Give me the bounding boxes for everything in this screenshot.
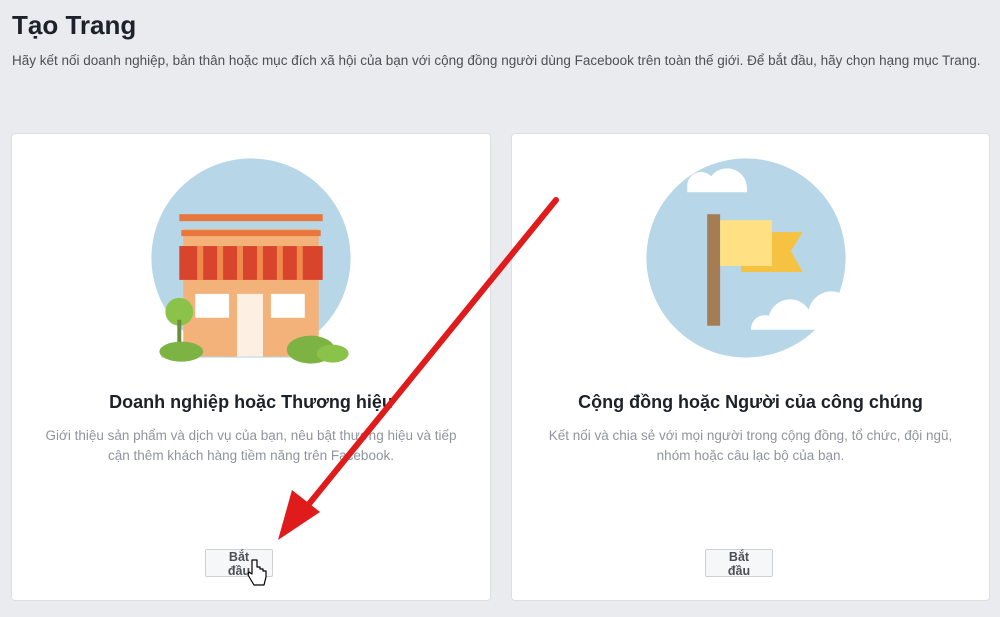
card-description: Kết nối và chia sẻ với mọi người trong c… [548,428,953,463]
card-title: Cộng đồng hoặc Người của công chúng [578,392,923,412]
card-business-brand[interactable]: Doanh nghiệp hoặc Thương hiệu Giới thiệu… [11,133,491,601]
start-button-community[interactable]: Bắt đầu [705,549,773,578]
card-community-public-figure[interactable]: Cộng đồng hoặc Người của công chúng Kết … [511,133,990,601]
card-description: Giới thiệu sản phẩm và dịch vụ của bạn, … [45,428,457,463]
page-description: Hãy kết nối doanh nghiệp, bản thân hoặc … [12,53,981,68]
page-title: Tạo Trang [12,10,137,40]
card-title: Doanh nghiệp hoặc Thương hiệu [109,392,393,412]
storefront-icon [151,158,351,364]
start-button-business[interactable]: Bắt đầu [205,549,273,578]
flag-icon [646,158,856,358]
